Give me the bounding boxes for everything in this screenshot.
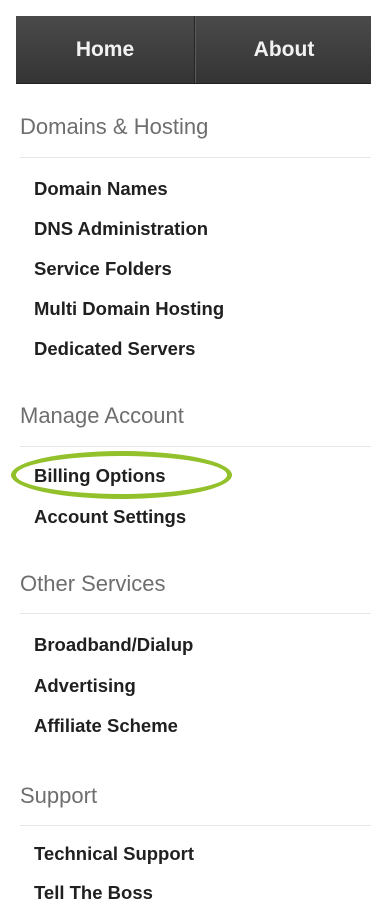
section-divider <box>20 825 371 826</box>
section-divider <box>20 157 371 158</box>
section-title-other-services: Other Services <box>20 571 166 596</box>
section-divider <box>20 446 371 447</box>
nav-home-tab[interactable]: Home <box>16 16 195 83</box>
top-navigation: Home About <box>16 16 371 84</box>
link-domain-names[interactable]: Domain Names <box>34 178 168 200</box>
nav-about-tab[interactable]: About <box>195 16 371 83</box>
link-dedicated-servers[interactable]: Dedicated Servers <box>34 338 195 360</box>
link-service-folders[interactable]: Service Folders <box>34 258 172 280</box>
link-dns-administration[interactable]: DNS Administration <box>34 218 208 240</box>
highlight-circle <box>11 451 232 499</box>
link-affiliate-scheme[interactable]: Affiliate Scheme <box>34 715 178 737</box>
section-title-support: Support <box>20 783 98 808</box>
link-broadband-dialup[interactable]: Broadband/Dialup <box>34 634 193 656</box>
link-tell-the-boss[interactable]: Tell The Boss <box>34 882 153 904</box>
section-title-manage-account: Manage Account <box>20 403 184 428</box>
link-account-settings[interactable]: Account Settings <box>34 506 186 528</box>
section-title-domains: Domains & Hosting <box>20 114 209 139</box>
link-multi-domain-hosting[interactable]: Multi Domain Hosting <box>34 298 224 320</box>
section-divider <box>20 613 371 614</box>
link-advertising[interactable]: Advertising <box>34 675 136 697</box>
link-technical-support[interactable]: Technical Support <box>34 843 194 865</box>
